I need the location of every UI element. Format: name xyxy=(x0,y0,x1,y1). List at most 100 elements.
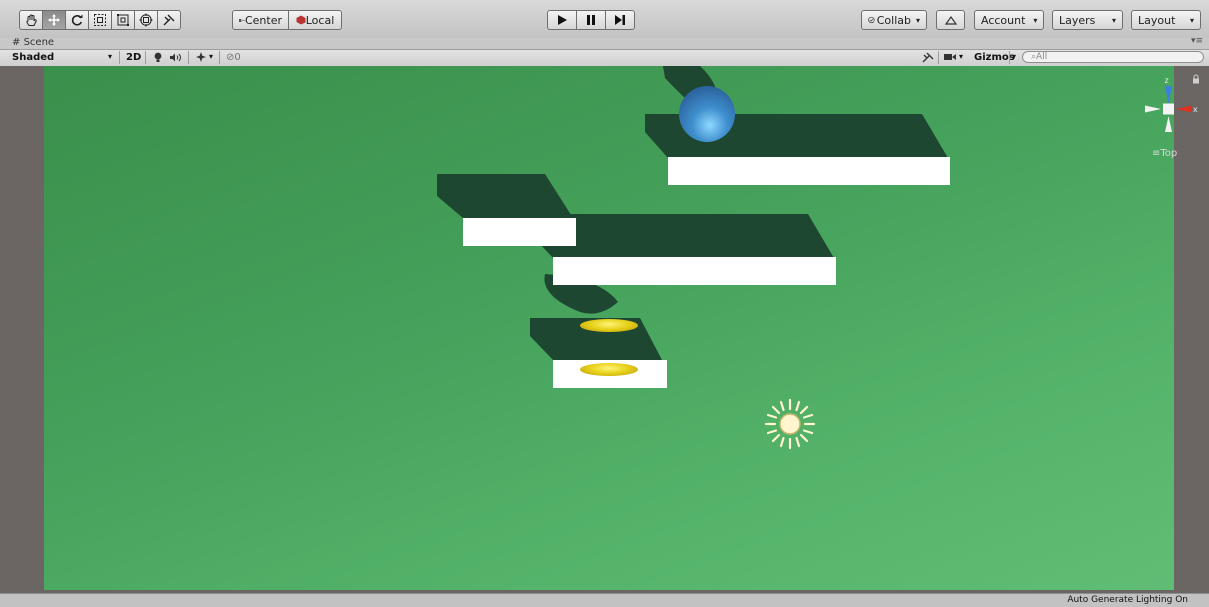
collab-label: Collab xyxy=(876,13,911,27)
account-label: Account xyxy=(981,13,1026,27)
pause-icon xyxy=(587,15,595,25)
play-icon xyxy=(558,15,567,25)
directional-light-icon[interactable] xyxy=(764,398,816,450)
lighting-bulb-icon[interactable] xyxy=(154,52,162,63)
account-caret-icon: ▾ xyxy=(1033,15,1038,25)
draw-mode-caret-icon[interactable]: ▾ xyxy=(108,52,112,61)
step-button[interactable] xyxy=(605,10,635,30)
platform-small-shadow xyxy=(437,174,573,218)
x-axis-cone[interactable] xyxy=(1176,105,1192,113)
custom-tool-icon xyxy=(163,14,175,26)
lock-icon[interactable] xyxy=(1192,74,1200,84)
main-toolbar: Center Local Collab ▾ Account ▾ Layers ▾… xyxy=(0,0,1209,39)
collab-group: Collab ▾ xyxy=(861,10,927,30)
account-group: Account ▾ xyxy=(974,10,1044,30)
rotate-tool-button[interactable] xyxy=(65,10,89,30)
effects-caret-icon[interactable]: ▾ xyxy=(209,52,213,61)
tools-settings-icon[interactable] xyxy=(922,52,934,63)
player-sphere[interactable] xyxy=(679,86,735,142)
hierarchy-search-input[interactable]: ⌕All xyxy=(1022,51,1204,63)
status-bar: Auto Generate Lighting On xyxy=(0,593,1209,607)
gizmos-caret-icon[interactable]: ▾ xyxy=(1012,52,1016,61)
status-text: Auto Generate Lighting On xyxy=(1067,595,1188,605)
hidden-objects-toggle[interactable]: ⊘0 xyxy=(226,52,241,63)
draw-mode-label: Shaded xyxy=(12,52,55,63)
hidden-count: 0 xyxy=(234,52,241,63)
platform-top[interactable] xyxy=(668,157,950,185)
z-axis-cone[interactable] xyxy=(1165,86,1172,104)
move-tool-button[interactable] xyxy=(42,10,66,30)
scene-toolbar: Shaded ▾ 2D ▾ ⊘0 ▾ Gizmos ▾ ⌕All xyxy=(0,49,1209,67)
x-axis-label: x xyxy=(1193,105,1198,114)
pause-button[interactable] xyxy=(576,10,606,30)
scene-hash-icon: # xyxy=(12,37,21,48)
scale-tool-icon xyxy=(94,14,106,26)
pivot-toggles: Center Local xyxy=(232,10,342,30)
layout-label: Layout xyxy=(1138,13,1176,27)
play-button[interactable] xyxy=(547,10,577,30)
separator xyxy=(938,51,939,64)
cloud-group xyxy=(936,10,965,30)
draw-mode-dropdown[interactable]: Shaded xyxy=(12,52,54,63)
neg-x-axis-cone[interactable] xyxy=(1145,105,1161,113)
collab-caret-icon: ▾ xyxy=(915,15,920,25)
layers-group: Layers ▾ xyxy=(1052,10,1123,30)
cloud-button[interactable] xyxy=(936,10,965,30)
rect-tool-icon xyxy=(117,14,129,26)
separator xyxy=(219,51,220,64)
transform-tools xyxy=(19,10,181,30)
effects-sparkle-icon[interactable] xyxy=(195,52,207,63)
z-axis-label: z xyxy=(1165,76,1169,85)
mode-2d-toggle[interactable]: 2D xyxy=(126,52,141,63)
neg-z-axis-cone[interactable] xyxy=(1165,116,1172,132)
search-placeholder: All xyxy=(1036,52,1048,62)
pivot-center-label: Center xyxy=(244,13,282,27)
coin-upper[interactable] xyxy=(580,319,638,332)
coin-lower[interactable] xyxy=(580,363,638,376)
layout-dropdown[interactable]: Layout ▾ xyxy=(1131,10,1201,30)
move-tool-icon xyxy=(48,14,60,26)
transform-tool-button[interactable] xyxy=(134,10,158,30)
cloud-icon xyxy=(944,15,957,25)
view-orientation-label[interactable]: ≡Top xyxy=(1152,148,1177,159)
hand-tool-button[interactable] xyxy=(19,10,43,30)
tab-scene-label: Scene xyxy=(23,37,55,48)
playback-controls xyxy=(547,10,635,30)
separator xyxy=(145,51,146,64)
audio-speaker-icon[interactable] xyxy=(170,53,182,62)
camera-caret-icon[interactable]: ▾ xyxy=(959,52,963,61)
tab-menu-icon[interactable]: ▾≡ xyxy=(1191,36,1203,46)
platform-small[interactable] xyxy=(463,218,576,246)
scale-tool-button[interactable] xyxy=(88,10,112,30)
pivot-center-toggle[interactable]: Center xyxy=(232,10,289,30)
account-dropdown[interactable]: Account ▾ xyxy=(974,10,1044,30)
platform-mid-shadow xyxy=(540,214,834,258)
scene-viewport[interactable]: z x ≡Top xyxy=(0,66,1209,593)
step-icon xyxy=(615,15,625,25)
layout-group: Layout ▾ xyxy=(1131,10,1201,30)
platform-middle[interactable] xyxy=(553,257,836,285)
tab-scene[interactable]: # Scene xyxy=(12,37,54,48)
layers-dropdown[interactable]: Layers ▾ xyxy=(1052,10,1123,30)
orientation-text: Top xyxy=(1160,148,1178,159)
separator xyxy=(188,51,189,64)
tab-row: # Scene ▾≡ xyxy=(0,36,1209,49)
layers-caret-icon: ▾ xyxy=(1111,15,1116,25)
pivot-local-label: Local xyxy=(305,13,335,27)
camera-icon[interactable] xyxy=(944,53,956,61)
check-circle-icon xyxy=(868,16,875,24)
separator xyxy=(1009,51,1010,64)
collab-dropdown[interactable]: Collab ▾ xyxy=(861,10,927,30)
layers-label: Layers xyxy=(1059,13,1096,27)
rect-tool-button[interactable] xyxy=(111,10,135,30)
mode-2d-label: 2D xyxy=(126,52,142,63)
separator xyxy=(119,51,120,64)
transform-tool-icon xyxy=(139,13,153,27)
local-space-icon xyxy=(296,15,306,25)
rotate-tool-icon xyxy=(71,14,83,26)
layout-caret-icon: ▾ xyxy=(1189,15,1194,25)
pivot-local-toggle[interactable]: Local xyxy=(288,10,342,30)
custom-tool-button[interactable] xyxy=(157,10,181,30)
gizmo-center-cube[interactable] xyxy=(1163,103,1174,115)
hand-tool-icon xyxy=(26,14,37,26)
